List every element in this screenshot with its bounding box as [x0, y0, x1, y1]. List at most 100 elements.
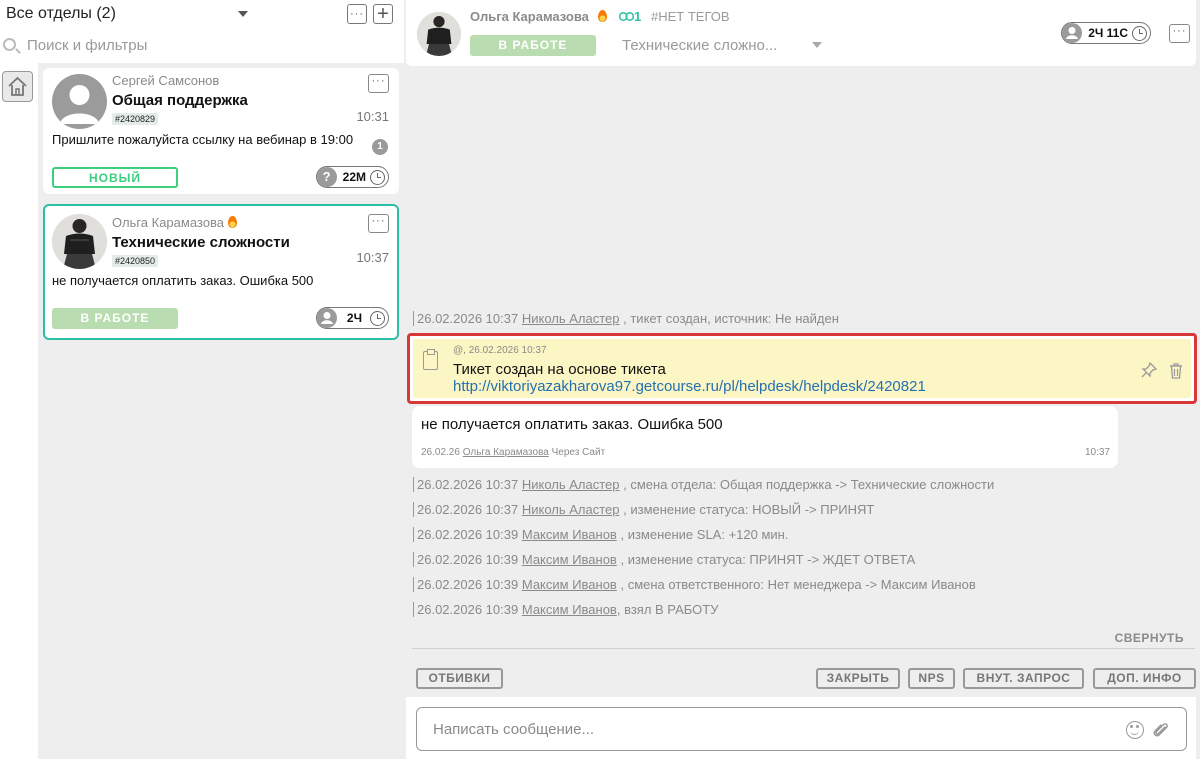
message-placeholder: Написать сообщение...	[433, 721, 595, 738]
home-icon-glyph	[8, 76, 27, 96]
ticket-id-badge: #2420850	[112, 255, 159, 267]
event-user-link[interactable]: Николь Аластер	[522, 477, 620, 492]
emoji-icon[interactable]	[1126, 721, 1144, 739]
status-badge[interactable]: В РАБОТЕ	[52, 308, 178, 329]
ticket-detail-panel: Ольга Карамазова 1 #НЕТ ТЕГОВ В РАБОТЕ Т…	[404, 0, 1200, 759]
event-text: , тикет создан, источник: Не найден	[623, 311, 839, 326]
event-user-link[interactable]: Максим Иванов	[522, 577, 617, 592]
user-icon-glyph	[320, 312, 333, 324]
ticket-menu-button[interactable]: ···	[1169, 24, 1190, 43]
pin-icon[interactable]	[1141, 362, 1157, 378]
status-badge[interactable]: НОВЫЙ	[52, 167, 178, 188]
event-log-entry: 26.02.2026 10:37 Николь Аластер , смена …	[413, 477, 994, 492]
client-name-text: Ольга Карамазова	[470, 9, 589, 24]
department-selector-row: Все отделы (2) ··· +	[0, 0, 404, 30]
divider	[412, 648, 1195, 649]
client-message: не получается оплатить заказ. Ошибка 500…	[412, 406, 1118, 468]
event-user-link[interactable]: Николь Аластер	[522, 502, 620, 517]
ticket-menu-button[interactable]: ···	[368, 74, 389, 93]
clock-icon	[370, 169, 385, 185]
avatar	[52, 74, 107, 129]
linked-tickets[interactable]: 1	[619, 9, 641, 24]
search-row[interactable]: Поиск и фильтры	[0, 33, 404, 57]
trash-icon[interactable]	[1169, 363, 1183, 379]
question-icon: ?	[316, 167, 337, 187]
note-link[interactable]: http://viktoriyazakharova97.getcourse.ru…	[453, 378, 926, 395]
search-icon	[3, 38, 16, 51]
internal-note-body: @, 26.02.2026 10:37 Тикет создан на осно…	[413, 339, 1191, 398]
message-meta: 26.02.26 Ольга Карамазова Через Сайт	[421, 447, 605, 458]
default-user-icon	[60, 85, 99, 124]
event-user-link[interactable]: Максим Иванов	[522, 552, 617, 567]
event-date: 26.02.2026 10:39	[417, 602, 519, 617]
event-user-link[interactable]: Николь Аластер	[522, 311, 620, 326]
event-log-entry: 26.02.2026 10:39 Максим Иванов, взял В Р…	[413, 602, 718, 617]
ticket-card-active[interactable]: Ольга Карамазова Технические сложности #…	[43, 204, 399, 340]
event-user-link[interactable]: Максим Иванов	[522, 527, 617, 542]
note-title: Тикет создан на основе тикета	[453, 361, 666, 378]
status-badge[interactable]: В РАБОТЕ	[470, 35, 596, 56]
department-selector[interactable]: Все отделы (2)	[6, 5, 116, 23]
fire-icon	[227, 216, 237, 228]
ticket-preview-text: не получается оплатить заказ. Ошибка 500	[52, 273, 314, 288]
user-icon	[1062, 23, 1083, 43]
more-options-button[interactable]: ···	[347, 4, 367, 24]
message-source: Через Сайт	[551, 447, 606, 458]
event-text: , изменение статуса: ПРИНЯТ -> ЖДЕТ ОТВЕ…	[620, 552, 916, 567]
internal-request-button[interactable]: ВНУТ. ЗАПРОС	[963, 668, 1084, 689]
message-author-link[interactable]: Ольга Карамазова	[463, 447, 549, 458]
user-photo	[417, 12, 461, 56]
ticket-subject: Технические сложности	[112, 234, 290, 251]
ticket-author: Сергей Самсонов	[112, 73, 220, 88]
templates-button[interactable]: ОТБИВКИ	[416, 668, 503, 689]
nps-button[interactable]: NPS	[908, 668, 955, 689]
search-input[interactable]: Поиск и фильтры	[27, 37, 147, 54]
event-log-entry: 26.02.2026 10:37 Николь Аластер , измене…	[413, 502, 874, 517]
fire-icon	[597, 10, 607, 22]
ticket-time: 10:37	[356, 250, 389, 265]
ticket-header: Ольга Карамазова 1 #НЕТ ТЕГОВ В РАБОТЕ Т…	[406, 0, 1196, 66]
message-input[interactable]: Написать сообщение...	[416, 707, 1187, 751]
clock-icon	[1132, 25, 1147, 41]
sla-timer: 2Ч 11С	[1061, 22, 1151, 44]
sla-value: 2Ч 11С	[1088, 26, 1128, 40]
department-select[interactable]: Технические сложно...	[622, 37, 777, 54]
clipboard-icon	[423, 349, 438, 370]
clock-icon	[370, 310, 385, 326]
link-icon	[619, 12, 634, 21]
ticket-menu-button[interactable]: ···	[368, 214, 389, 233]
client-name[interactable]: Ольга Карамазова	[470, 9, 607, 24]
event-log-entry: 26.02.2026 10:37 Николь Аластер , тикет …	[413, 311, 839, 326]
add-ticket-button[interactable]: +	[373, 4, 393, 24]
event-text: , смена ответственного: Нет менеджера ->…	[620, 577, 976, 592]
paperclip-icon[interactable]	[1152, 720, 1170, 740]
message-date: 26.02.26	[421, 447, 460, 458]
chevron-down-icon[interactable]	[238, 11, 248, 17]
sla-timer: ? 22М	[315, 166, 389, 188]
note-date: @, 26.02.2026 10:37	[453, 345, 547, 356]
message-text: не получается оплатить заказ. Ошибка 500	[421, 416, 723, 433]
event-date: 26.02.2026 10:37	[417, 311, 519, 326]
home-icon[interactable]	[2, 71, 33, 102]
ticket-card[interactable]: Сергей Самсонов Общая поддержка #2420829…	[43, 68, 399, 194]
linked-count: 1	[634, 9, 642, 24]
ticket-subject: Общая поддержка	[112, 92, 248, 109]
collapse-button[interactable]: СВЕРНУТЬ	[1115, 631, 1184, 645]
ticket-list-panel: Все отделы (2) ··· + Поиск и фильтры Сер…	[0, 0, 404, 759]
sla-timer: 2Ч	[315, 307, 389, 329]
event-user-link[interactable]: Максим Иванов	[522, 602, 617, 617]
unread-count-badge: 1	[372, 139, 388, 155]
event-log-entry: 26.02.2026 10:39 Максим Иванов , изменен…	[413, 527, 788, 542]
sla-value: 2Ч	[346, 311, 362, 325]
event-date: 26.02.2026 10:39	[417, 552, 519, 567]
avatar	[417, 12, 461, 56]
event-date: 26.02.2026 10:37	[417, 502, 519, 517]
sla-value: 22М	[342, 170, 366, 184]
tags-label[interactable]: #НЕТ ТЕГОВ	[651, 9, 730, 24]
message-time: 10:37	[1084, 447, 1110, 458]
close-ticket-button[interactable]: ЗАКРЫТЬ	[816, 668, 900, 689]
event-date: 26.02.2026 10:39	[417, 527, 519, 542]
event-date: 26.02.2026 10:39	[417, 577, 519, 592]
extra-info-button[interactable]: ДОП. ИНФО	[1093, 668, 1196, 689]
chevron-down-icon[interactable]	[812, 42, 822, 48]
